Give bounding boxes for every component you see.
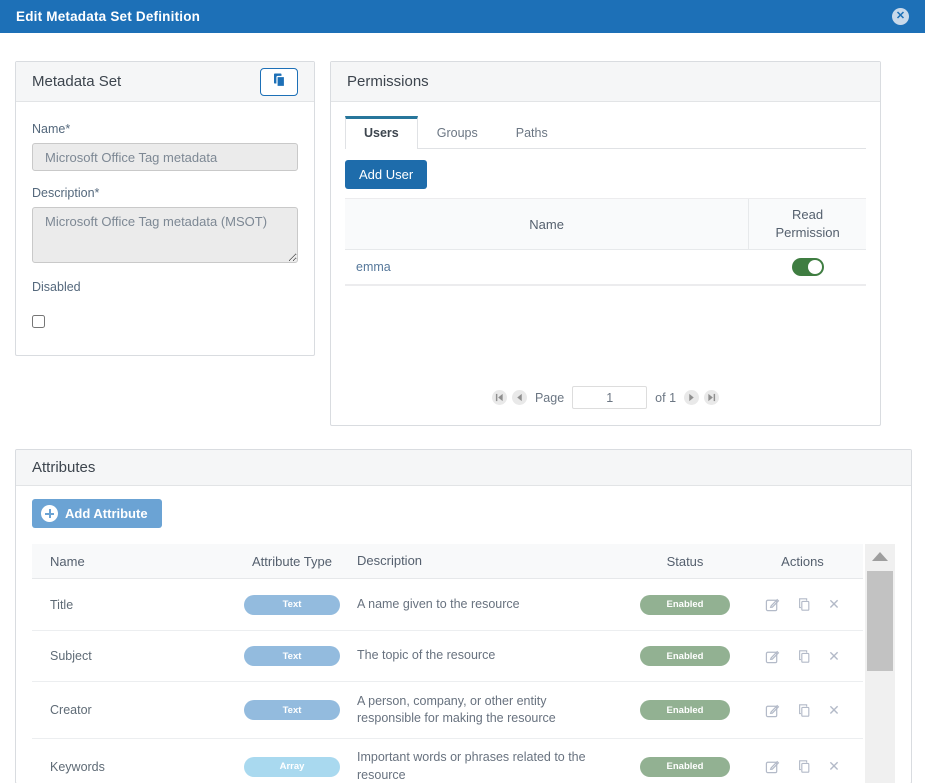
- attribute-description: The topic of the resource: [357, 647, 628, 665]
- last-page-icon[interactable]: [704, 390, 719, 405]
- scroll-up-icon[interactable]: [872, 552, 888, 561]
- column-header-description: Description: [357, 552, 628, 570]
- copy-icon[interactable]: [797, 703, 811, 718]
- status-badge: Enabled: [640, 700, 730, 720]
- description-field[interactable]: Microsoft Office Tag metadata (MSOT): [32, 207, 298, 263]
- table-row: Creator Text A person, company, or other…: [32, 682, 863, 739]
- metadata-set-title: Metadata Set: [32, 73, 121, 90]
- permissions-tabs: Users Groups Paths: [345, 115, 866, 149]
- edit-icon[interactable]: [765, 649, 780, 664]
- name-label: Name*: [32, 122, 298, 136]
- copy-metadata-set-button[interactable]: [260, 68, 298, 96]
- tab-groups[interactable]: Groups: [418, 116, 497, 149]
- description-label: Description*: [32, 186, 298, 200]
- status-badge: Enabled: [640, 595, 730, 615]
- table-row: emma: [345, 250, 866, 285]
- first-page-icon[interactable]: [492, 390, 507, 405]
- metadata-set-panel: Metadata Set Name* Description* Microsof…: [15, 61, 315, 356]
- scrollbar-thumb[interactable]: [867, 571, 893, 671]
- copy-icon[interactable]: [797, 597, 811, 612]
- attributes-table-header: Name Attribute Type Description Status A…: [32, 544, 863, 579]
- page-number-input[interactable]: [572, 386, 647, 409]
- delete-icon[interactable]: ✕: [828, 648, 840, 665]
- attributes-scrollbar[interactable]: [865, 544, 895, 783]
- column-header-read-permission: Read Permission: [749, 199, 866, 249]
- disabled-label: Disabled: [32, 280, 298, 294]
- copy-icon: [271, 72, 287, 91]
- close-icon[interactable]: ✕: [892, 8, 909, 25]
- permissions-panel: Permissions Users Groups Paths Add User …: [330, 61, 881, 426]
- dialog-content: Metadata Set Name* Description* Microsof…: [0, 33, 925, 783]
- pagination: Page of 1: [345, 386, 866, 415]
- dialog-titlebar: Edit Metadata Set Definition ✕: [0, 0, 925, 33]
- dialog-title: Edit Metadata Set Definition: [16, 9, 200, 24]
- column-header-name: Name: [32, 554, 227, 569]
- next-page-icon[interactable]: [684, 390, 699, 405]
- column-header-name: Name: [345, 199, 749, 249]
- delete-icon[interactable]: ✕: [828, 596, 840, 613]
- attributes-panel: Attributes Add Attribute Name Attribute …: [15, 449, 912, 783]
- status-badge: Enabled: [640, 757, 730, 777]
- column-header-attribute-type: Attribute Type: [227, 554, 357, 569]
- attribute-type-badge: Text: [244, 646, 340, 666]
- attribute-type-badge: Array: [244, 757, 340, 777]
- name-field[interactable]: [32, 143, 298, 171]
- disabled-checkbox[interactable]: [32, 315, 45, 328]
- attribute-description: Important words or phrases related to th…: [357, 749, 628, 783]
- edit-icon[interactable]: [765, 759, 780, 774]
- status-badge: Enabled: [640, 646, 730, 666]
- toggle-knob: [808, 260, 822, 274]
- edit-icon[interactable]: [765, 597, 780, 612]
- attribute-description: A person, company, or other entity respo…: [357, 693, 628, 728]
- attributes-title: Attributes: [32, 459, 95, 476]
- add-attribute-button[interactable]: Add Attribute: [32, 499, 162, 528]
- delete-icon[interactable]: ✕: [828, 702, 840, 719]
- attribute-name: Title: [32, 598, 227, 612]
- page-count-label: of 1: [655, 391, 676, 405]
- permissions-table-header: Name Read Permission: [345, 199, 866, 250]
- table-row: Subject Text The topic of the resource E…: [32, 631, 863, 682]
- plus-icon: [41, 505, 58, 522]
- tab-paths[interactable]: Paths: [497, 116, 567, 149]
- metadata-set-header: Metadata Set: [16, 62, 314, 102]
- user-name: emma: [345, 260, 749, 274]
- read-permission-toggle[interactable]: [792, 258, 824, 276]
- add-user-button[interactable]: Add User: [345, 160, 427, 189]
- copy-icon[interactable]: [797, 759, 811, 774]
- attribute-type-badge: Text: [244, 700, 340, 720]
- previous-page-icon[interactable]: [512, 390, 527, 405]
- attributes-table: Name Attribute Type Description Status A…: [32, 544, 863, 783]
- permissions-table: Name Read Permission emma: [345, 198, 866, 286]
- column-header-actions: Actions: [742, 554, 863, 569]
- delete-icon[interactable]: ✕: [828, 758, 840, 775]
- attributes-header: Attributes: [16, 450, 911, 486]
- attribute-description: A name given to the resource: [357, 596, 628, 614]
- column-header-status: Status: [628, 554, 742, 569]
- table-row: Keywords Array Important words or phrase…: [32, 739, 863, 783]
- attribute-name: Keywords: [32, 760, 227, 774]
- copy-icon[interactable]: [797, 649, 811, 664]
- attribute-name: Subject: [32, 649, 227, 663]
- table-row: Title Text A name given to the resource …: [32, 579, 863, 631]
- edit-icon[interactable]: [765, 703, 780, 718]
- attribute-name: Creator: [32, 703, 227, 717]
- permissions-title: Permissions: [347, 73, 429, 90]
- tab-users[interactable]: Users: [345, 116, 418, 149]
- page-label: Page: [535, 391, 564, 405]
- permissions-header: Permissions: [331, 62, 880, 102]
- attribute-type-badge: Text: [244, 595, 340, 615]
- add-attribute-label: Add Attribute: [65, 506, 148, 521]
